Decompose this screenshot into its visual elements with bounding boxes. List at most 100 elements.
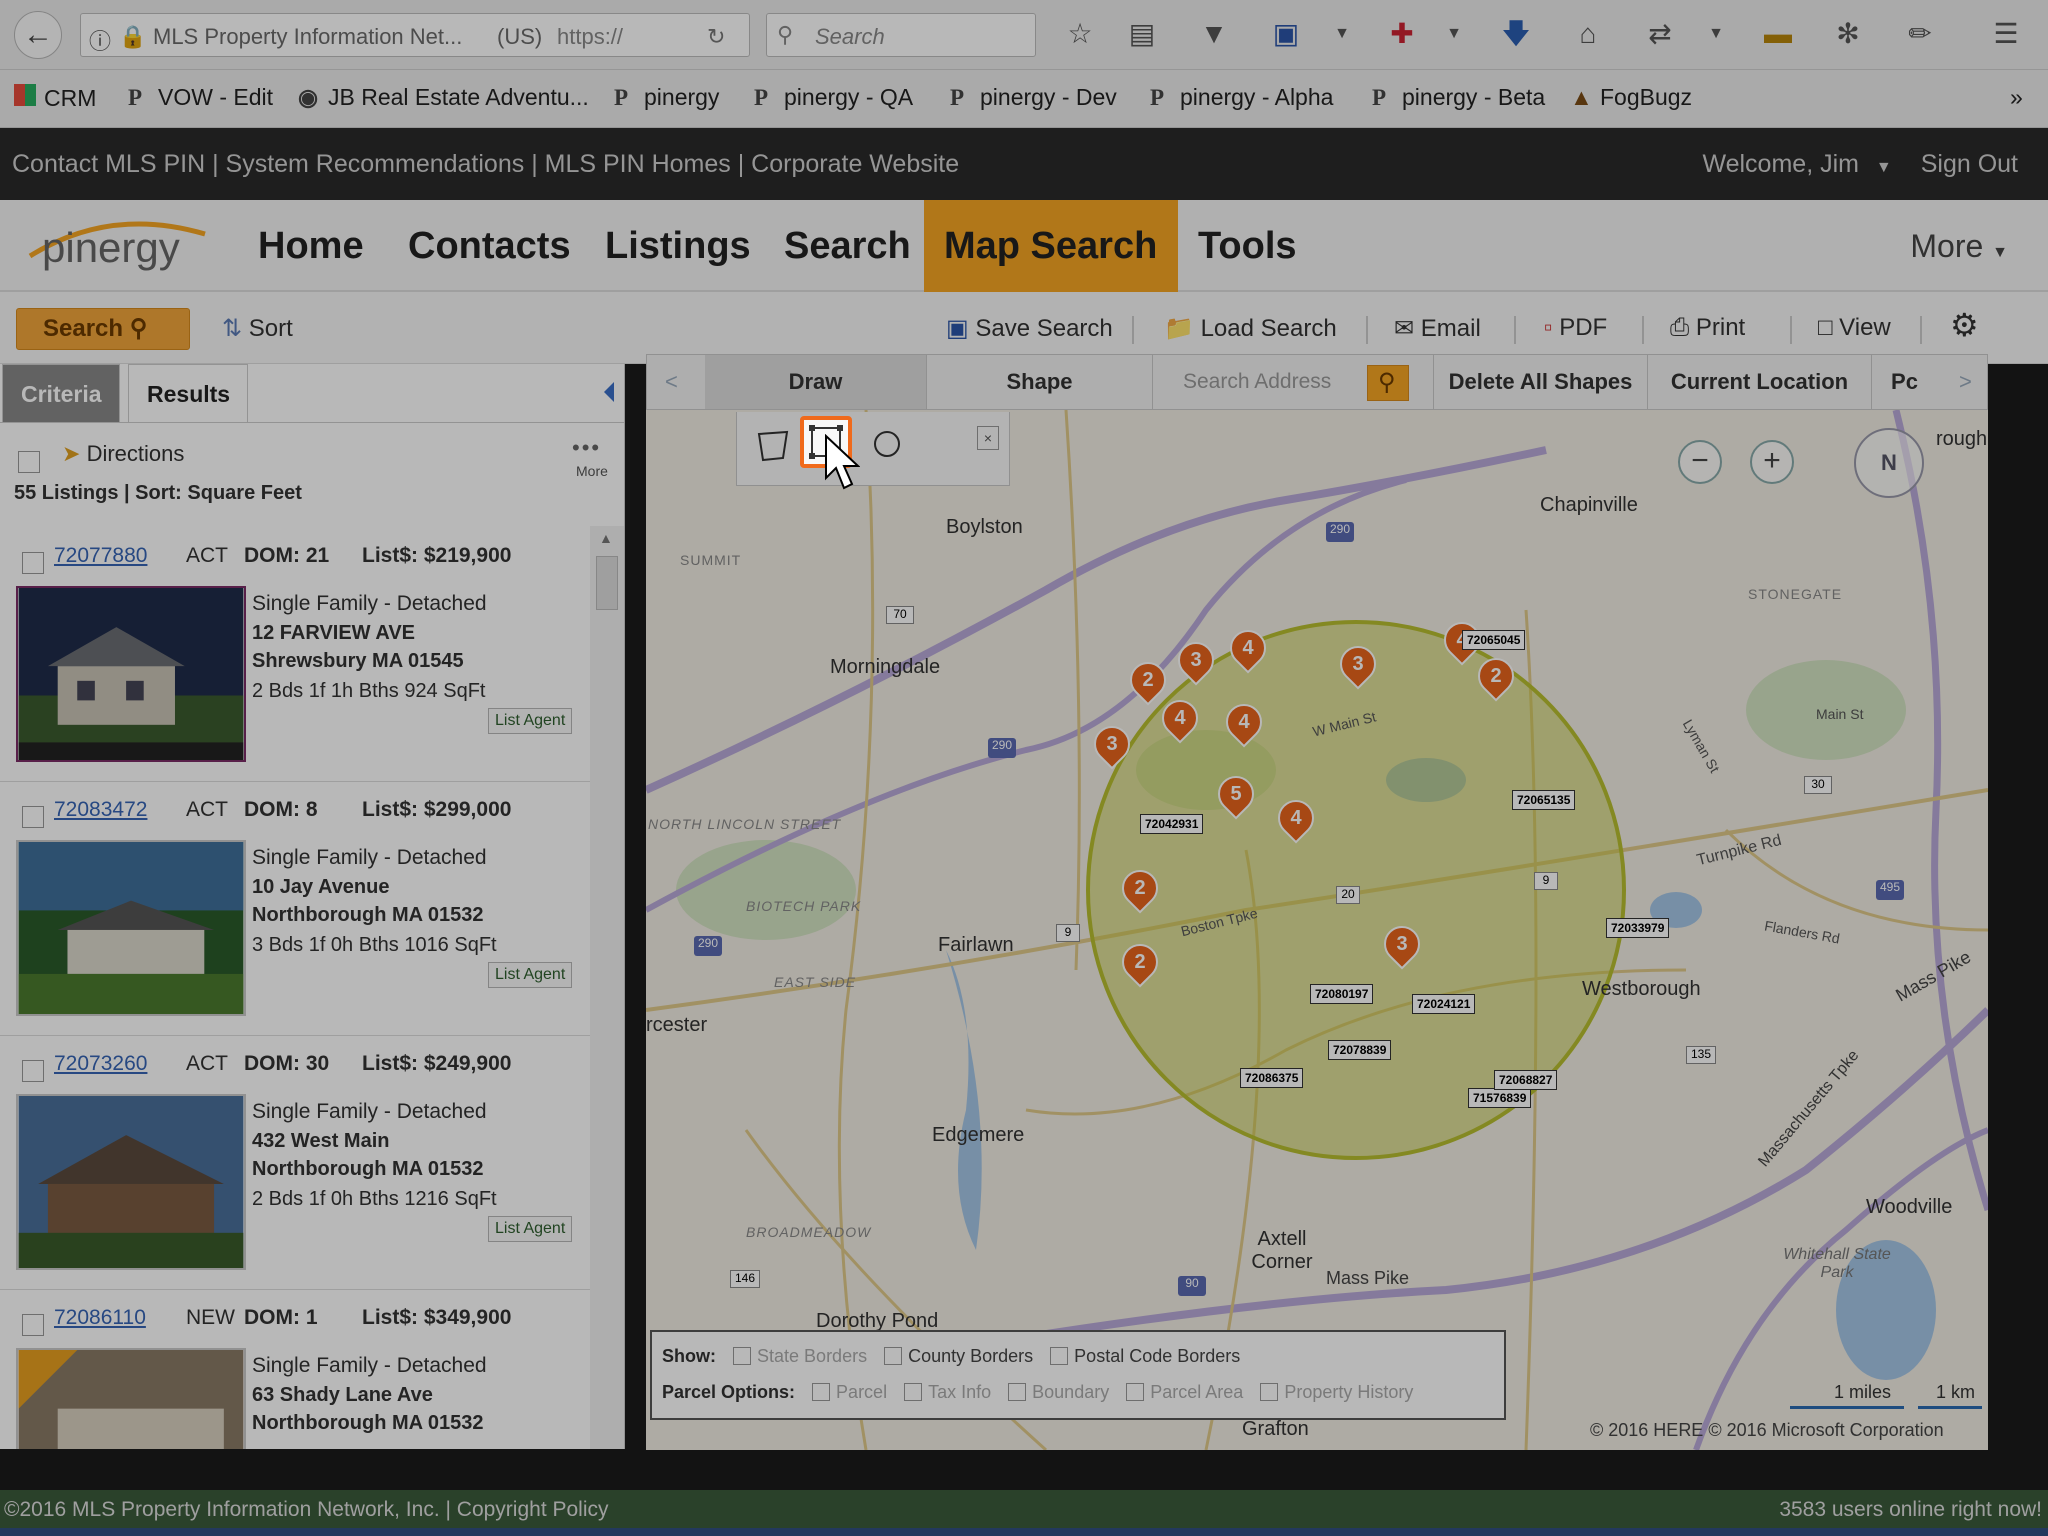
- nav-map-search[interactable]: Map Search: [924, 200, 1178, 292]
- listing-pin-label[interactable]: 72068827: [1494, 1070, 1558, 1090]
- scroll-up-icon[interactable]: ▲: [599, 530, 613, 546]
- mls-number-link[interactable]: 72086110: [54, 1306, 146, 1330]
- pdf-button[interactable]: ▫ PDF: [1544, 314, 1607, 342]
- bookmark-crm[interactable]: CRM: [14, 84, 96, 112]
- listing-pin-label[interactable]: 72086375: [1240, 1068, 1304, 1088]
- list-agent-button[interactable]: List Agent: [488, 708, 573, 734]
- bookmark-pinergy-beta[interactable]: Ppinergy - Beta: [1372, 84, 1545, 111]
- save-icon[interactable]: ▣: [1266, 14, 1306, 54]
- mls-number-link[interactable]: 72077880: [54, 544, 147, 568]
- compass-navigation-icon[interactable]: N: [1854, 428, 1924, 498]
- parcel-checkbox[interactable]: [812, 1383, 831, 1401]
- zoom-out-button[interactable]: −: [1678, 440, 1722, 484]
- close-draw-tools-icon[interactable]: ×: [977, 426, 999, 450]
- search-address-input[interactable]: Search Address: [1179, 365, 1369, 401]
- listing-checkbox[interactable]: [22, 1314, 44, 1336]
- listing-pin-label[interactable]: 72024121: [1412, 994, 1476, 1014]
- nav-tools[interactable]: Tools: [1178, 200, 1317, 292]
- info-icon[interactable]: ⓘ: [89, 24, 111, 56]
- nav-search[interactable]: Search: [764, 200, 931, 292]
- menu-icon[interactable]: ☰: [1986, 14, 2026, 54]
- home-icon[interactable]: ⌂: [1568, 14, 1608, 54]
- bookmark-jb-real-estate[interactable]: ◉ JB Real Estate Adventu...: [298, 84, 589, 111]
- more-dots-icon[interactable]: •••: [572, 435, 601, 461]
- mls-number-link[interactable]: 72073260: [54, 1052, 147, 1076]
- listing-checkbox[interactable]: [22, 806, 44, 828]
- lasso-draw-icon[interactable]: [865, 424, 909, 468]
- listing-photo[interactable]: [16, 586, 246, 762]
- sign-out-link[interactable]: Sign Out: [1921, 150, 2018, 178]
- medical-cross-icon[interactable]: ✚: [1382, 14, 1422, 54]
- property-history-checkbox[interactable]: [1260, 1383, 1279, 1401]
- property-history-option[interactable]: Property History: [1260, 1382, 1413, 1402]
- chevron-down-icon[interactable]: ▼: [1434, 14, 1474, 54]
- select-all-checkbox[interactable]: [18, 451, 40, 473]
- boundary-checkbox[interactable]: [1008, 1383, 1027, 1401]
- listing-pin-label[interactable]: 72078839: [1328, 1040, 1392, 1060]
- polygon-draw-icon[interactable]: [751, 424, 795, 468]
- mls-number-link[interactable]: 72083472: [54, 798, 147, 822]
- url-bar[interactable]: ⓘ 🔒 MLS Property Information Net... (US)…: [80, 13, 750, 57]
- listing-pin-label[interactable]: 71576839: [1468, 1088, 1532, 1108]
- state-borders-checkbox[interactable]: [733, 1347, 752, 1365]
- nav-more-menu[interactable]: More ▼: [1910, 228, 2008, 265]
- ruler-icon[interactable]: ▬: [1758, 14, 1798, 54]
- tax-info-checkbox[interactable]: [904, 1383, 923, 1401]
- delete-all-shapes-button[interactable]: Delete All Shapes: [1433, 355, 1647, 409]
- bookmark-fogbugz[interactable]: ▲ FogBugz: [1570, 84, 1692, 111]
- listing-pin-label[interactable]: 72033979: [1606, 918, 1670, 938]
- nav-home[interactable]: Home: [238, 200, 384, 292]
- browser-search[interactable]: ⚲ Search: [766, 13, 1036, 57]
- listing-checkbox[interactable]: [22, 1060, 44, 1082]
- listing-pin-label[interactable]: 72065135: [1512, 790, 1576, 810]
- tab-overflow[interactable]: Pc: [1871, 355, 1937, 409]
- bookmark-pinergy-dev[interactable]: Ppinergy - Dev: [950, 84, 1117, 111]
- settings-gear-icon[interactable]: ⚙: [1950, 306, 1979, 344]
- parcel-option[interactable]: Parcel: [812, 1382, 887, 1402]
- tab-criteria[interactable]: Criteria: [2, 364, 120, 422]
- clipboard-icon[interactable]: ▤: [1122, 14, 1162, 54]
- listing-item[interactable]: 72083472 ACT DOM: 8 List$: $299,000 Sing…: [0, 780, 590, 1036]
- directions-button[interactable]: ➤ Directions: [62, 441, 184, 467]
- listing-checkbox[interactable]: [22, 552, 44, 574]
- collapse-panel-icon[interactable]: [604, 382, 614, 402]
- parcel-area-checkbox[interactable]: [1126, 1383, 1145, 1401]
- search-button[interactable]: Search ⚲: [16, 308, 190, 350]
- map-canvas[interactable]: Boylston Chapinville Morningdale Fairlaw…: [646, 410, 1988, 1450]
- county-borders-option[interactable]: County Borders: [884, 1346, 1033, 1366]
- print-button[interactable]: ⎙ Print: [1670, 314, 1745, 342]
- overflow-chevron-icon[interactable]: »: [2010, 84, 2023, 111]
- pocket-icon[interactable]: ▼: [1194, 14, 1234, 54]
- bookmark-vow-edit[interactable]: P VOW - Edit: [128, 84, 273, 111]
- nav-contacts[interactable]: Contacts: [388, 200, 591, 292]
- sync-icon[interactable]: ⇄: [1640, 14, 1680, 54]
- tax-info-option[interactable]: Tax Info: [904, 1382, 991, 1402]
- tab-results[interactable]: Results: [128, 364, 248, 422]
- back-button[interactable]: ←: [14, 11, 62, 59]
- footer-copyright[interactable]: ©2016 MLS Property Information Network, …: [4, 1498, 609, 1522]
- reload-icon[interactable]: ↻: [707, 24, 725, 50]
- listing-photo[interactable]: [16, 1348, 246, 1449]
- postal-code-borders-checkbox[interactable]: [1050, 1347, 1069, 1365]
- email-button[interactable]: ✉ Email: [1394, 314, 1481, 343]
- nav-listings[interactable]: Listings: [585, 200, 771, 292]
- top-links[interactable]: Contact MLS PIN | System Recommendations…: [12, 150, 959, 179]
- scroll-thumb[interactable]: [596, 556, 618, 610]
- current-location-button[interactable]: Current Location: [1647, 355, 1871, 409]
- state-borders-option[interactable]: State Borders: [733, 1346, 867, 1366]
- bookmark-pinergy-alpha[interactable]: Ppinergy - Alpha: [1150, 84, 1333, 111]
- eyedropper-icon[interactable]: ✏: [1900, 14, 1940, 54]
- bookmark-star-icon[interactable]: ☆: [1060, 14, 1100, 54]
- chevron-down-icon[interactable]: ▼: [1876, 159, 1892, 176]
- boundary-option[interactable]: Boundary: [1008, 1382, 1109, 1402]
- results-scrollbar[interactable]: ▲: [590, 526, 624, 1449]
- tab-draw[interactable]: Draw: [705, 355, 927, 409]
- chevron-down-icon[interactable]: ▼: [1322, 14, 1362, 54]
- more-label[interactable]: More: [576, 463, 608, 479]
- tabs-right-arrow-icon[interactable]: >: [1959, 369, 1972, 395]
- sort-button[interactable]: ⇅ Sort: [222, 314, 293, 343]
- listing-pin-label[interactable]: 72080197: [1310, 984, 1374, 1004]
- load-search-button[interactable]: 📁 Load Search: [1164, 314, 1337, 343]
- listing-pin-label[interactable]: 72042931: [1140, 814, 1204, 834]
- list-agent-button[interactable]: List Agent: [488, 962, 573, 988]
